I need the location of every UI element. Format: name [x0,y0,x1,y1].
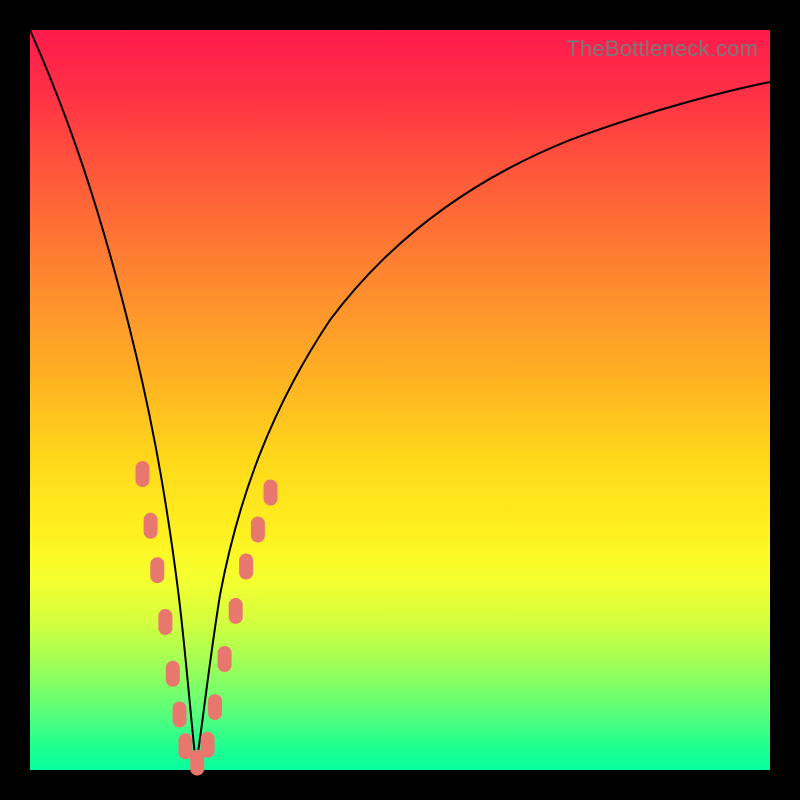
marker-point [201,732,215,758]
marker-point [218,646,232,672]
marker-point [173,702,187,728]
curve-layer [30,30,770,770]
chart-frame: TheBottleneck.com [0,0,800,800]
marker-point [239,554,253,580]
marker-point [178,733,192,759]
marker-group [136,461,278,776]
marker-point [144,513,158,539]
marker-point [264,480,278,506]
marker-point [229,598,243,624]
marker-point [166,661,180,687]
marker-point [251,517,265,543]
marker-point [150,557,164,583]
marker-point [136,461,150,487]
plot-area: TheBottleneck.com [30,30,770,770]
marker-point [208,694,222,720]
bottleneck-curve [30,30,770,765]
marker-point [158,609,172,635]
